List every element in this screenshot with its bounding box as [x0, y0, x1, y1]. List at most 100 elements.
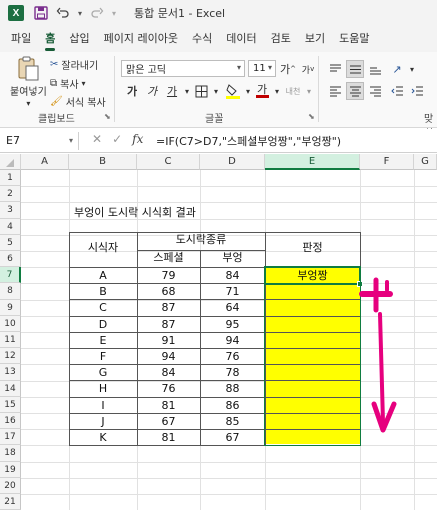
- cell-special[interactable]: 81: [137, 398, 200, 413]
- undo-dropdown-icon[interactable]: ▾: [78, 9, 82, 18]
- row-header-11[interactable]: 11: [0, 332, 21, 349]
- row-header-17[interactable]: 17: [0, 429, 21, 446]
- worksheet-grid[interactable]: A B C D E F G 1 2 3 4 5 6 7 8 9 10 11 12 13 14 15 16 17 1…: [0, 154, 437, 510]
- cell-owl[interactable]: 86: [200, 398, 265, 413]
- paste-dropdown-icon[interactable]: ▾: [26, 99, 30, 108]
- cell-name[interactable]: E: [69, 333, 137, 348]
- cell-name[interactable]: H: [69, 381, 137, 396]
- row-header-19[interactable]: 19: [0, 461, 21, 478]
- align-right-button[interactable]: [366, 82, 384, 100]
- cell-owl[interactable]: 95: [200, 317, 265, 332]
- copy-button[interactable]: ⧉ 복사 ▾: [50, 76, 86, 91]
- cell-owl[interactable]: 64: [200, 300, 265, 315]
- cell-special[interactable]: 81: [137, 430, 200, 445]
- bold-button[interactable]: 가: [123, 82, 141, 100]
- cell-special[interactable]: 79: [137, 268, 200, 283]
- enter-icon[interactable]: ✓: [112, 132, 122, 146]
- column-header-d[interactable]: D: [200, 154, 265, 170]
- orientation-dropdown-icon[interactable]: ▾: [403, 60, 421, 78]
- align-center-button[interactable]: [346, 82, 364, 100]
- column-header-f[interactable]: F: [360, 154, 414, 170]
- redo-dropdown-icon[interactable]: ▾: [112, 9, 116, 18]
- formula-input[interactable]: =IF(C7>D7,"스페셜부엉짱","부엉짱"): [156, 133, 341, 149]
- cell-owl[interactable]: 78: [200, 365, 265, 380]
- cut-button[interactable]: ✂ 잘라내기: [50, 57, 98, 72]
- header-special[interactable]: 스페셜: [137, 250, 200, 265]
- cell-name[interactable]: C: [69, 300, 137, 315]
- tab-data[interactable]: 데이터: [219, 30, 263, 52]
- header-owl[interactable]: 부엉: [200, 250, 265, 265]
- grow-font-button[interactable]: 가 ^: [279, 60, 297, 78]
- header-verdict[interactable]: 판정: [265, 240, 360, 255]
- undo-icon[interactable]: [56, 6, 70, 20]
- font-name-select[interactable]: 맑은 고딕 ▾: [121, 60, 245, 77]
- row-header-8[interactable]: 8: [0, 283, 21, 300]
- row-header-14[interactable]: 14: [0, 380, 21, 397]
- align-left-button[interactable]: [326, 82, 344, 100]
- select-all-corner[interactable]: [0, 154, 21, 170]
- copy-dropdown-icon[interactable]: ▾: [82, 79, 86, 88]
- row-header-10[interactable]: 10: [0, 315, 21, 332]
- redo-icon[interactable]: [90, 6, 104, 20]
- tab-view[interactable]: 보기: [298, 30, 332, 52]
- align-top-button[interactable]: [326, 60, 344, 78]
- row-header-6[interactable]: 6: [0, 251, 21, 268]
- row-header-5[interactable]: 5: [0, 234, 21, 251]
- header-taster[interactable]: 시식자: [69, 240, 137, 255]
- row-header-13[interactable]: 13: [0, 364, 21, 381]
- cell-name[interactable]: D: [69, 317, 137, 332]
- tab-page-layout[interactable]: 페이지 레이아웃: [97, 30, 185, 52]
- column-header-b[interactable]: B: [69, 154, 137, 170]
- format-painter-button[interactable]: 🖌 서식 복사: [50, 94, 106, 109]
- cell-owl[interactable]: 76: [200, 349, 265, 364]
- tab-formulas[interactable]: 수식: [185, 30, 219, 52]
- row-header-16[interactable]: 16: [0, 413, 21, 430]
- column-header-e[interactable]: E: [265, 154, 360, 170]
- font-launcher-icon[interactable]: ⬊: [308, 112, 315, 121]
- row-header-12[interactable]: 12: [0, 348, 21, 365]
- insert-function-icon[interactable]: fx: [132, 132, 143, 146]
- increase-indent-button[interactable]: [408, 82, 426, 100]
- tab-review[interactable]: 검토: [264, 30, 298, 52]
- italic-button[interactable]: 가: [143, 82, 161, 100]
- column-header-g[interactable]: G: [414, 154, 437, 170]
- cell-special[interactable]: 67: [137, 414, 200, 429]
- cell-name[interactable]: B: [69, 284, 137, 299]
- tab-insert[interactable]: 삽입: [62, 30, 96, 52]
- align-middle-button[interactable]: [346, 60, 364, 78]
- cancel-icon[interactable]: ✕: [92, 132, 102, 146]
- tab-home[interactable]: 홈: [38, 30, 62, 52]
- shrink-font-button[interactable]: 가v: [299, 60, 317, 78]
- row-header-21[interactable]: 21: [0, 494, 21, 510]
- decrease-indent-button[interactable]: [388, 82, 406, 100]
- cell-owl[interactable]: 88: [200, 381, 265, 396]
- cell-owl[interactable]: 84: [200, 268, 265, 283]
- header-lunchbox[interactable]: 도시락종류: [137, 232, 265, 247]
- cell-special[interactable]: 87: [137, 300, 200, 315]
- align-bottom-button[interactable]: [366, 60, 384, 78]
- cell-special[interactable]: 87: [137, 317, 200, 332]
- cell-owl[interactable]: 67: [200, 430, 265, 445]
- cell-name[interactable]: I: [69, 398, 137, 413]
- cell-special[interactable]: 76: [137, 381, 200, 396]
- phonetic-dropdown-icon[interactable]: ▾: [300, 82, 318, 100]
- cell-special[interactable]: 91: [137, 333, 200, 348]
- save-icon[interactable]: [34, 6, 48, 20]
- row-header-9[interactable]: 9: [0, 299, 21, 316]
- row-header-20[interactable]: 20: [0, 477, 21, 494]
- cell-owl[interactable]: 85: [200, 414, 265, 429]
- cell-owl[interactable]: 71: [200, 284, 265, 299]
- font-size-select[interactable]: 11 ▾: [248, 60, 276, 77]
- cell-name[interactable]: J: [69, 414, 137, 429]
- row-header-7[interactable]: 7: [0, 267, 21, 284]
- row-header-3[interactable]: 3: [0, 202, 21, 219]
- tab-help[interactable]: 도움말: [332, 30, 376, 52]
- borders-dropdown-icon[interactable]: ▾: [207, 82, 225, 100]
- cell-name[interactable]: K: [69, 430, 137, 445]
- tab-file[interactable]: 파일: [4, 30, 38, 52]
- cell-name[interactable]: A: [69, 268, 137, 283]
- column-header-c[interactable]: C: [137, 154, 200, 170]
- cell-special[interactable]: 84: [137, 365, 200, 380]
- paste-button[interactable]: 붙여넣기 ▾: [10, 56, 47, 108]
- row-header-1[interactable]: 1: [0, 170, 21, 187]
